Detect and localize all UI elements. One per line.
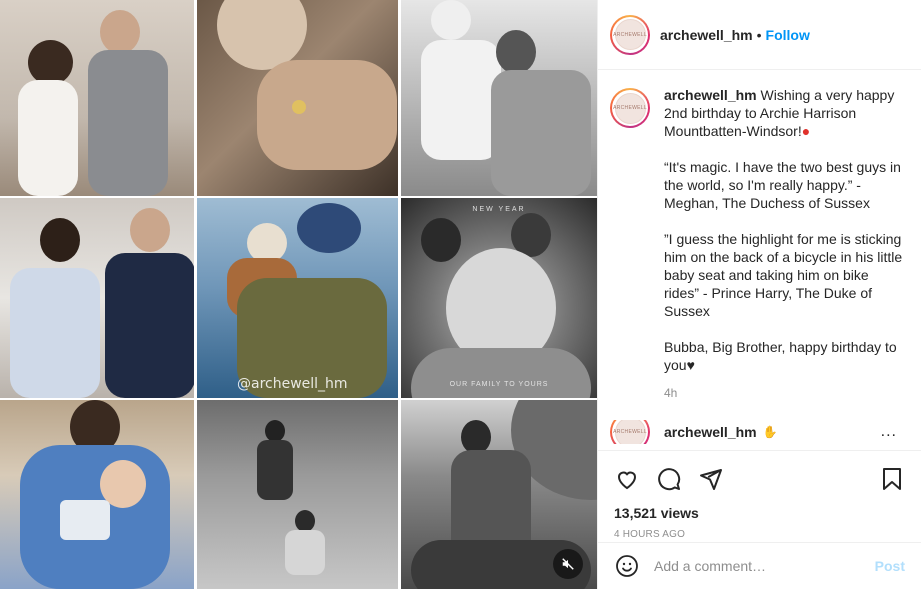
comment-item: ARCHEWELL archewell_hm ✋ ... — [610, 420, 909, 444]
caption: ARCHEWELL archewell_hm Wishing a very ha… — [610, 86, 909, 402]
collage-photo-4 — [0, 198, 194, 398]
post-timestamp[interactable]: 4 HOURS AGO — [614, 529, 905, 540]
comment-more-options[interactable]: ... — [881, 423, 897, 441]
archewell-logo: ARCHEWELL — [613, 92, 647, 124]
post-side-panel: ARCHEWELL archewell_hm • Follow ARCHEWEL… — [597, 0, 921, 589]
tile-watermark: @archewell_hm — [237, 376, 348, 392]
photo-collage: @archewell_hm NEW YEAR OUR FAMILY TO YOU… — [0, 0, 597, 589]
instagram-post: @archewell_hm NEW YEAR OUR FAMILY TO YOU… — [0, 0, 921, 589]
collage-photo-6: NEW YEAR OUR FAMILY TO YOURS — [401, 198, 597, 398]
black-heart-emoji: ♥ — [686, 357, 695, 373]
heart-outline-icon — [617, 471, 637, 490]
clapping-hands-emoji: ✋ — [762, 425, 778, 439]
view-count[interactable]: 13,521 views — [614, 505, 905, 521]
add-comment-bar: Post — [598, 542, 921, 589]
caption-paragraph-1: archewell_hm Wishing a very happy 2nd bi… — [664, 86, 904, 140]
caption-paragraph-3: ”I guess the highlight for me is stickin… — [664, 231, 907, 319]
avatar[interactable]: ARCHEWELL — [610, 14, 650, 55]
caption-avatar[interactable]: ARCHEWELL — [610, 88, 650, 128]
caption-timestamp[interactable]: 4h — [664, 384, 904, 402]
action-icons — [614, 459, 905, 499]
smiley-icon — [616, 555, 638, 577]
caption-username[interactable]: archewell_hm — [664, 87, 757, 103]
tile-year-text: NEW YEAR — [472, 206, 526, 213]
collage-photo-5: @archewell_hm — [197, 198, 398, 398]
share-button[interactable] — [698, 466, 724, 492]
collage-photo-8 — [197, 400, 398, 589]
tile-family-text: OUR FAMILY TO YOURS — [449, 381, 549, 388]
emoji-picker-button[interactable] — [614, 553, 640, 579]
red-balloon-emoji: ● — [801, 123, 811, 139]
comment-avatar[interactable]: ARCHEWELL — [610, 420, 650, 444]
paper-plane-icon — [700, 469, 722, 490]
follow-button[interactable]: Follow — [766, 27, 810, 43]
comment-username[interactable]: archewell_hm — [664, 424, 757, 440]
comment-button[interactable] — [656, 466, 682, 492]
speaker-muted-icon — [562, 558, 574, 570]
like-button[interactable] — [614, 466, 640, 492]
collage-photo-3 — [401, 0, 597, 196]
comment-bubble-icon — [658, 468, 681, 491]
separator-dot: • — [756, 26, 762, 43]
caption-body: archewell_hm Wishing a very happy 2nd bi… — [664, 86, 904, 402]
caption-text-4: Bubba, Big Brother, happy birthday to yo… — [664, 339, 901, 373]
save-button[interactable] — [879, 466, 905, 492]
collage-photo-7 — [0, 400, 194, 589]
bookmark-icon — [883, 468, 901, 490]
collage-photo-1 — [0, 0, 194, 196]
post-media[interactable]: @archewell_hm NEW YEAR OUR FAMILY TO YOU… — [0, 0, 597, 589]
action-bar: 13,521 views 4 HOURS AGO — [598, 450, 921, 542]
comments-section[interactable]: ARCHEWELL archewell_hm Wishing a very ha… — [598, 70, 921, 450]
collage-photo-2 — [197, 0, 398, 196]
caption-paragraph-2: “It's magic. I have the two best guys in… — [664, 159, 905, 211]
mute-toggle-button[interactable] — [553, 549, 583, 579]
post-comment-button[interactable]: Post — [875, 558, 905, 574]
post-header: ARCHEWELL archewell_hm • Follow — [598, 0, 921, 70]
archewell-logo: ARCHEWELL — [613, 420, 647, 444]
header-username[interactable]: archewell_hm — [660, 27, 753, 43]
archewell-logo: ARCHEWELL — [613, 19, 647, 50]
caption-paragraph-4: Bubba, Big Brother, happy birthday to yo… — [664, 338, 904, 374]
comment-input[interactable] — [654, 558, 875, 574]
